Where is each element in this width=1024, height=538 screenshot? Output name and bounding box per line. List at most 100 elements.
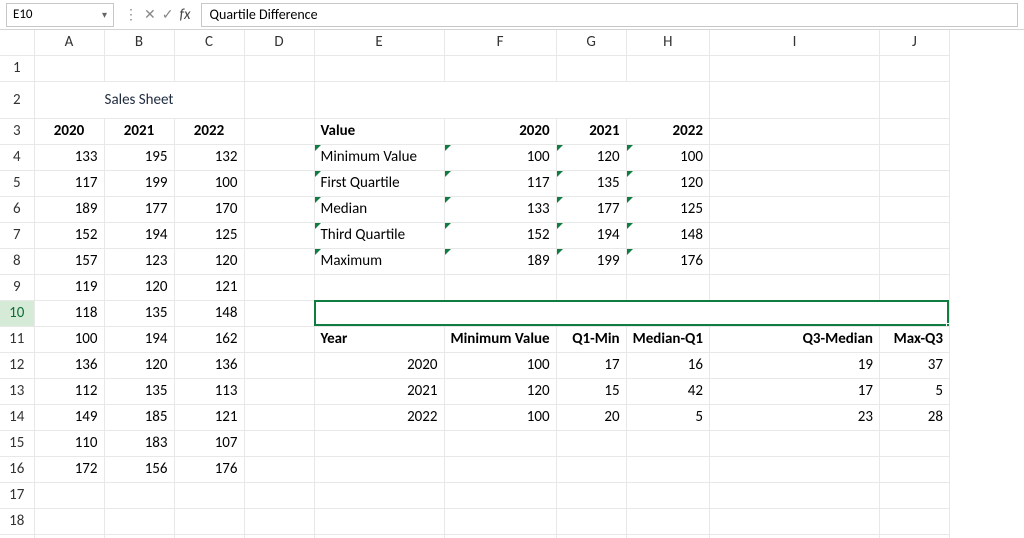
empty-cell[interactable] <box>314 430 444 456</box>
qc-value[interactable]: 148 <box>626 222 709 248</box>
sales-cell[interactable]: 133 <box>34 144 104 170</box>
empty-cell[interactable] <box>709 482 879 508</box>
empty-cell[interactable] <box>879 430 949 456</box>
empty-cell[interactable] <box>244 55 314 81</box>
sales-cell[interactable]: 123 <box>104 248 174 274</box>
empty-cell[interactable] <box>244 144 314 170</box>
sales-cell[interactable]: 120 <box>104 274 174 300</box>
empty-cell[interactable] <box>104 482 174 508</box>
qd-value[interactable]: 19 <box>709 352 879 378</box>
qc-value[interactable]: 117 <box>444 170 556 196</box>
empty-cell[interactable] <box>244 430 314 456</box>
empty-cell[interactable] <box>709 170 879 196</box>
selection-handle[interactable] <box>946 323 950 327</box>
empty-cell[interactable] <box>104 508 174 534</box>
empty-cell[interactable] <box>556 534 626 538</box>
spreadsheet-grid[interactable]: ABCDEFGHIJ12Sales SheetQuartile Calculat… <box>0 30 1024 538</box>
empty-cell[interactable] <box>626 508 709 534</box>
empty-cell[interactable] <box>879 170 949 196</box>
row-header-4[interactable]: 4 <box>0 144 34 170</box>
sales-cell[interactable]: 177 <box>104 196 174 222</box>
qc-value[interactable]: 177 <box>556 196 626 222</box>
empty-cell[interactable] <box>879 81 949 118</box>
empty-cell[interactable] <box>879 456 949 482</box>
col-header-J[interactable]: J <box>879 30 949 55</box>
row-header-7[interactable]: 7 <box>0 222 34 248</box>
qc-value[interactable]: 189 <box>444 248 556 274</box>
sales-cell[interactable]: 121 <box>174 274 244 300</box>
row-header-9[interactable]: 9 <box>0 274 34 300</box>
empty-cell[interactable] <box>34 534 104 538</box>
sales-cell[interactable]: 194 <box>104 326 174 352</box>
row-header-3[interactable]: 3 <box>0 118 34 144</box>
row-header-12[interactable]: 12 <box>0 352 34 378</box>
qd-value[interactable]: 37 <box>879 352 949 378</box>
more-icon[interactable]: ⋮ <box>124 6 138 23</box>
qd-value[interactable]: 28 <box>879 404 949 430</box>
qc-value[interactable]: 176 <box>626 248 709 274</box>
sales-cell[interactable]: 136 <box>174 352 244 378</box>
empty-cell[interactable] <box>556 456 626 482</box>
empty-cell[interactable] <box>34 55 104 81</box>
qc-value[interactable]: 152 <box>444 222 556 248</box>
col-header-E[interactable]: E <box>314 30 444 55</box>
empty-cell[interactable] <box>879 55 949 81</box>
col-header-F[interactable]: F <box>444 30 556 55</box>
empty-cell[interactable] <box>879 274 949 300</box>
empty-cell[interactable] <box>709 274 879 300</box>
empty-cell[interactable] <box>314 274 444 300</box>
empty-cell[interactable] <box>879 534 949 538</box>
sales-cell[interactable]: 100 <box>174 170 244 196</box>
empty-cell[interactable] <box>444 482 556 508</box>
qd-value[interactable]: 17 <box>709 378 879 404</box>
empty-cell[interactable] <box>34 508 104 534</box>
empty-cell[interactable] <box>709 456 879 482</box>
empty-cell[interactable] <box>556 482 626 508</box>
sales-cell[interactable]: 170 <box>174 196 244 222</box>
chevron-down-icon[interactable]: ▾ <box>102 8 107 21</box>
empty-cell[interactable] <box>244 482 314 508</box>
empty-cell[interactable] <box>556 508 626 534</box>
empty-cell[interactable] <box>314 482 444 508</box>
empty-cell[interactable] <box>174 534 244 538</box>
sales-cell[interactable]: 194 <box>104 222 174 248</box>
qd-value[interactable]: 16 <box>626 352 709 378</box>
empty-cell[interactable] <box>244 534 314 538</box>
empty-cell[interactable] <box>444 456 556 482</box>
qd-value[interactable]: 5 <box>626 404 709 430</box>
empty-cell[interactable] <box>244 352 314 378</box>
empty-cell[interactable] <box>104 55 174 81</box>
empty-cell[interactable] <box>244 300 314 326</box>
empty-cell[interactable] <box>879 196 949 222</box>
sales-cell[interactable]: 121 <box>174 404 244 430</box>
sales-cell[interactable]: 120 <box>174 248 244 274</box>
qd-value[interactable]: 20 <box>556 404 626 430</box>
qc-value[interactable]: 199 <box>556 248 626 274</box>
sales-cell[interactable]: 117 <box>34 170 104 196</box>
row-header-1[interactable]: 1 <box>0 55 34 81</box>
sales-cell[interactable]: 176 <box>174 456 244 482</box>
empty-cell[interactable] <box>244 274 314 300</box>
empty-cell[interactable] <box>709 55 879 81</box>
empty-cell[interactable] <box>556 274 626 300</box>
empty-cell[interactable] <box>104 534 174 538</box>
sales-cell[interactable]: 157 <box>34 248 104 274</box>
qc-value[interactable]: 125 <box>626 196 709 222</box>
empty-cell[interactable] <box>879 222 949 248</box>
qc-value[interactable]: 133 <box>444 196 556 222</box>
empty-cell[interactable] <box>174 508 244 534</box>
sales-cell[interactable]: 120 <box>104 352 174 378</box>
row-header-6[interactable]: 6 <box>0 196 34 222</box>
formula-input[interactable]: Quartile Difference <box>201 3 1018 27</box>
empty-cell[interactable] <box>444 534 556 538</box>
col-header-I[interactable]: I <box>709 30 879 55</box>
row-header-11[interactable]: 11 <box>0 326 34 352</box>
empty-cell[interactable] <box>709 534 879 538</box>
quartile-diff-title[interactable]: Quartile Difference <box>314 300 949 326</box>
empty-cell[interactable] <box>314 508 444 534</box>
sales-cell[interactable]: 185 <box>104 404 174 430</box>
empty-cell[interactable] <box>709 222 879 248</box>
empty-cell[interactable] <box>444 55 556 81</box>
empty-cell[interactable] <box>314 534 444 538</box>
row-header-19[interactable]: 19 <box>0 534 34 538</box>
